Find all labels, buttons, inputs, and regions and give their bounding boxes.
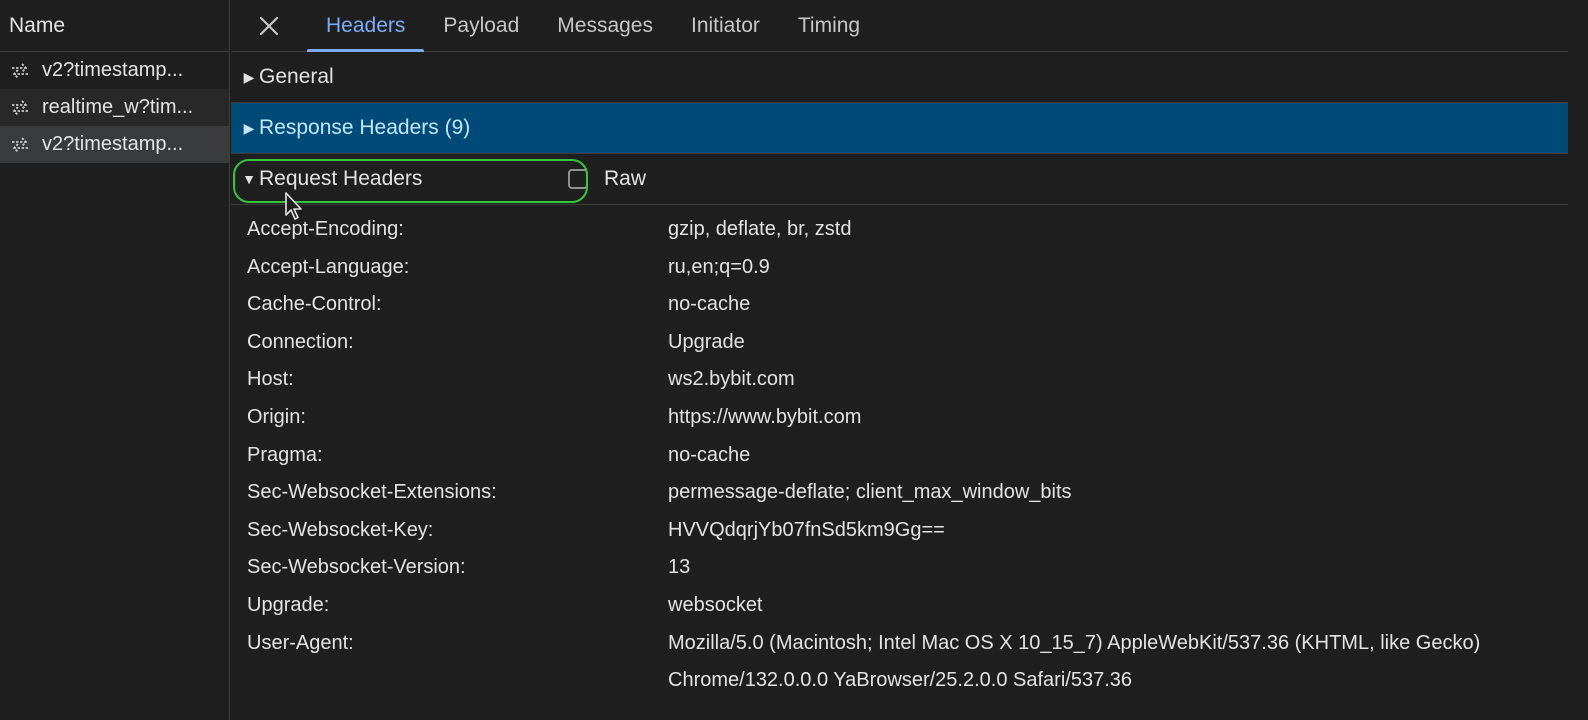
request-list-pane: Name v2?timestamp... realtime_w?tim... v…	[0, 0, 230, 720]
header-key: Origin:	[247, 405, 306, 428]
header-value: ws2.bybit.com	[668, 368, 795, 391]
header-value: permessage-deflate; client_max_window_bi…	[668, 481, 1072, 504]
header-row: Sec-Websocket-Extensions: permessage-def…	[231, 474, 1568, 512]
section-title: General	[259, 65, 334, 88]
tab-initiator[interactable]: Initiator	[672, 0, 779, 51]
header-key: Sec-Websocket-Extensions:	[247, 481, 497, 504]
request-details-pane: Headers Payload Messages Initiator Timin…	[231, 0, 1568, 720]
header-row: Pragma: no-cache	[231, 437, 1568, 475]
header-value: HVVQdqrjYb07fnSd5km9Gg==	[668, 518, 945, 541]
request-name: v2?timestamp...	[42, 133, 184, 155]
header-key: Sec-Websocket-Version:	[247, 556, 466, 579]
close-icon	[259, 16, 279, 35]
header-row: Host: ws2.bybit.com	[231, 361, 1568, 399]
header-key: User-Agent:	[247, 631, 354, 654]
tab-timing[interactable]: Timing	[779, 0, 879, 51]
websocket-icon	[12, 62, 28, 79]
header-row: Sec-Websocket-Version: 13	[231, 549, 1568, 587]
name-column-header[interactable]: Name	[0, 0, 229, 52]
collapse-triangle-icon: ▼	[242, 171, 256, 187]
mouse-cursor-icon	[285, 192, 302, 220]
tab-payload[interactable]: Payload	[424, 0, 538, 51]
header-key: Pragma:	[247, 443, 323, 466]
window-edge	[1568, 0, 1588, 720]
header-key: Accept-Language:	[247, 255, 410, 278]
expand-triangle-icon: ▶	[243, 119, 255, 136]
header-key: Cache-Control:	[247, 293, 382, 316]
expand-triangle-icon: ▶	[243, 68, 255, 85]
header-value: Upgrade	[668, 330, 745, 353]
close-button[interactable]	[231, 0, 307, 51]
request-name: realtime_w?tim...	[42, 96, 194, 118]
header-row: Upgrade: websocket	[231, 587, 1568, 625]
header-key: Host:	[247, 368, 294, 391]
request-name: v2?timestamp...	[42, 59, 184, 81]
section-title: Response Headers (9)	[259, 116, 471, 139]
header-value: websocket	[668, 593, 763, 616]
header-value: no-cache	[668, 443, 751, 466]
websocket-icon	[12, 99, 28, 116]
response-headers-section-header[interactable]: ▶ Response Headers (9)	[231, 103, 1568, 154]
header-key: Connection:	[247, 330, 354, 353]
section-title: Request Headers	[259, 167, 423, 190]
websocket-icon	[12, 136, 28, 153]
header-row: Cache-Control: no-cache	[231, 286, 1568, 324]
request-row-selected[interactable]: v2?timestamp...	[0, 126, 229, 163]
details-tabbar: Headers Payload Messages Initiator Timin…	[231, 0, 1568, 52]
raw-label: Raw	[604, 167, 647, 190]
tab-messages[interactable]: Messages	[538, 0, 672, 51]
header-value: ru,en;q=0.9	[668, 255, 770, 278]
header-value: no-cache	[668, 293, 751, 316]
header-value: 13	[668, 556, 691, 579]
general-section-header[interactable]: ▶ General	[231, 52, 1568, 103]
tab-headers[interactable]: Headers	[307, 0, 425, 52]
request-headers-section-header[interactable]: ▼ Request Headers Raw	[231, 154, 1568, 220]
devtools-network-panel: Name v2?timestamp... realtime_w?tim... v…	[0, 0, 1588, 720]
header-row: Connection: Upgrade	[231, 324, 1568, 362]
request-row[interactable]: v2?timestamp...	[0, 52, 229, 89]
raw-checkbox[interactable]	[568, 169, 588, 189]
request-row[interactable]: realtime_w?tim...	[0, 89, 229, 126]
header-value: gzip, deflate, br, zstd	[668, 218, 852, 240]
header-row: Accept-Encoding: gzip, deflate, br, zstd	[231, 211, 1568, 249]
header-key: Sec-Websocket-Key:	[247, 518, 434, 541]
header-row: User-Agent: Mozilla/5.0 (Macintosh; Inte…	[231, 625, 1568, 700]
header-value: https://www.bybit.com	[668, 405, 862, 428]
header-row: Origin: https://www.bybit.com	[231, 399, 1568, 437]
raw-toggle[interactable]: Raw	[568, 167, 646, 191]
header-row: Accept-Language: ru,en;q=0.9	[231, 249, 1568, 287]
header-value: Mozilla/5.0 (Macintosh; Intel Mac OS X 1…	[668, 631, 1481, 692]
request-headers-list: Accept-Encoding: gzip, deflate, br, zstd…	[231, 205, 1568, 700]
header-key: Upgrade:	[247, 593, 330, 616]
header-row: Sec-Websocket-Key: HVVQdqrjYb07fnSd5km9G…	[231, 512, 1568, 550]
